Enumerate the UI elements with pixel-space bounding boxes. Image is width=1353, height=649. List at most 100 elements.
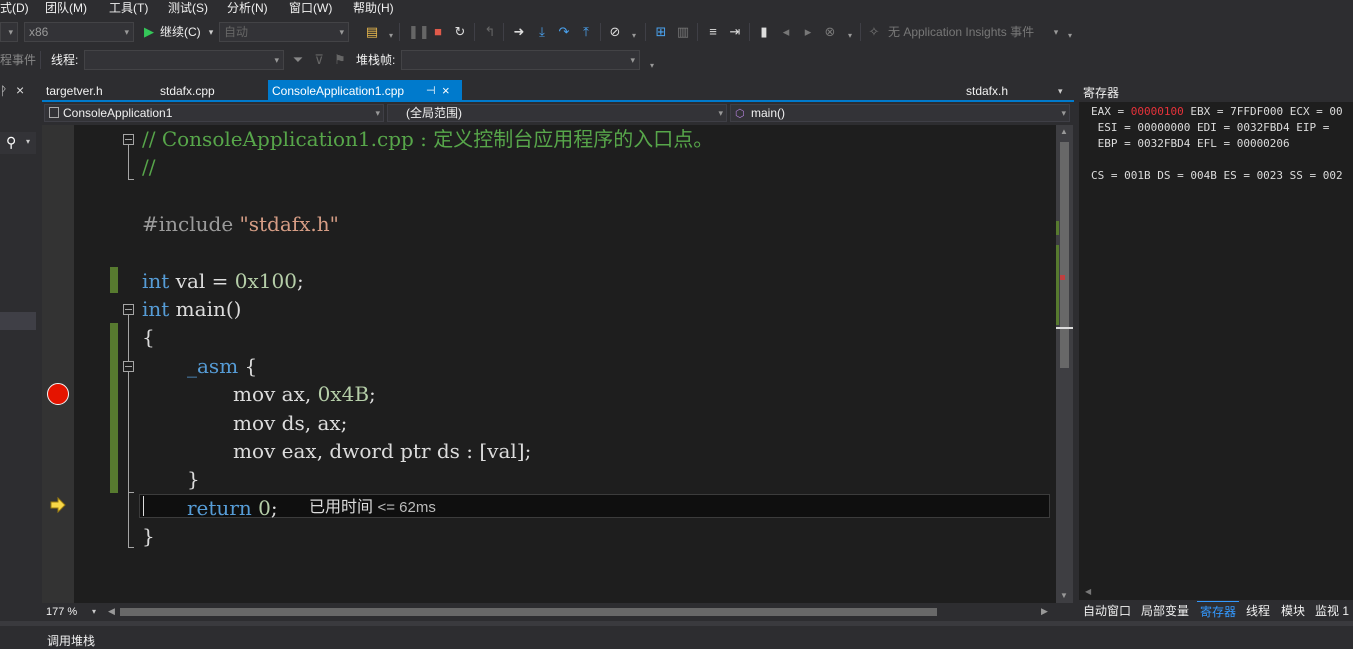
tab-call-stack[interactable]: 调用堆栈 [47,632,95,649]
bookmark-clear-icon[interactable]: ⊗ [822,22,838,42]
overflow-icon[interactable]: ▾ [842,26,858,46]
code-line-close-brace[interactable]: } [142,522,155,550]
code-line-mov-ax[interactable]: mov ax, 0x4B; [233,380,376,408]
code-line-include[interactable]: #include "stdafx.h" [142,210,339,238]
horizontal-scroll-thumb[interactable] [120,608,937,616]
bookmark-icon[interactable]: ▮ [756,22,772,42]
stack-icon[interactable]: ▥ [675,22,691,42]
tab-locals[interactable]: 局部变量 [1141,601,1189,621]
scroll-right-icon[interactable]: ▶ [1041,606,1048,617]
tab-autos[interactable]: 自动窗口 [1083,601,1131,621]
registers-title-bar[interactable]: 寄存器 [1079,80,1353,102]
tab-modules[interactable]: 模块 [1281,601,1305,621]
flag-icon[interactable]: ⚑ [332,50,348,70]
break-all-icon[interactable]: ❚❚ [408,22,430,42]
restart-icon[interactable]: ↻ [452,22,468,42]
keyword: int [142,269,170,293]
thread-icon[interactable]: ⊞ [653,22,669,42]
continue-icon[interactable]: ▶ [141,22,157,42]
stackframe-combo[interactable]: ▾ [401,50,640,70]
step-next-icon[interactable]: ➜ [511,22,527,42]
tab-watch-1[interactable]: 监视 1 [1315,601,1349,621]
process-icon[interactable]: ▤ [364,22,380,42]
tab-stdafx-cpp[interactable]: stdafx.cpp [160,80,215,102]
code-editor[interactable]: // ConsoleApplication1.cpp : 定义控制台应用程序的入… [42,125,1056,603]
tab-targetver[interactable]: targetver.h [46,80,103,102]
menu-test[interactable]: 测试(S) [168,0,208,18]
show-next-statement-icon[interactable]: ↰ [482,22,498,42]
menu-help[interactable]: 帮助(H) [353,0,394,18]
menu-team[interactable]: 团队(M) [45,0,87,18]
scroll-left-icon[interactable]: ◀ [108,606,115,617]
editor-vertical-scrollbar[interactable]: ▲ ▼ [1056,125,1073,603]
perf-tip[interactable]: 已用时间 <= 62ms [309,497,436,519]
bookmark-next-icon[interactable]: ▸ [800,22,816,42]
platform-combo[interactable]: x86 ▾ [24,22,134,42]
registers-horizontal-scrollbar[interactable]: ◀ [1079,586,1353,600]
code-line-main[interactable]: int main() [142,295,241,323]
code-line-1[interactable]: // ConsoleApplication1.cpp : 定义控制台应用程序的入… [142,125,713,153]
step-over-icon[interactable]: ↷ [556,22,572,42]
collapse-icon[interactable] [123,361,134,372]
collapse-icon[interactable] [123,134,134,145]
scroll-thumb[interactable] [1060,142,1069,368]
bookmark-prev-icon[interactable]: ◂ [778,22,794,42]
tab-registers[interactable]: 寄存器 [1197,601,1240,622]
member-combo[interactable]: ⬡ main() ▾ [730,104,1070,122]
continue-button[interactable]: 继续(C) [160,22,201,42]
config-combo[interactable]: 自动 ▾ [219,22,349,42]
code-line-2[interactable]: // [142,153,155,181]
menu-window[interactable]: 窗口(W) [289,0,332,18]
zoom-level[interactable]: 177 % [46,606,77,618]
tab-consoleapplication1-cpp[interactable]: ConsoleApplication1.cpp ⊣ × [268,80,462,102]
scroll-up-icon[interactable]: ▲ [1060,127,1068,136]
code-line-asm-close[interactable]: } [187,465,200,493]
pin-icon[interactable]: ᚹ [0,84,7,98]
tab-list-dropdown-icon[interactable]: ▾ [1058,80,1063,102]
step-into-icon[interactable]: ⤓ [534,22,550,42]
close-tab-icon[interactable]: × [442,80,450,102]
code-line-val[interactable]: int val = 0x100; [142,267,304,295]
collapse-icon[interactable] [123,304,134,315]
menu-debug[interactable]: 式(D) [0,0,29,18]
registers-content[interactable]: EAX = 00000100 EBX = 7FFDF000 ECX = 00 E… [1079,102,1353,586]
indicator-margin[interactable] [42,125,74,603]
code-line-return[interactable]: return 0; [187,494,278,522]
stop-icon[interactable]: ■ [430,22,446,42]
hex-display-icon[interactable]: ⊘ [607,22,623,42]
step-out-icon[interactable]: ⤒ [578,22,594,42]
overflow-icon[interactable]: ▾ [644,56,660,76]
scroll-left-icon[interactable]: ◀ [1085,587,1091,596]
insights-combo[interactable]: 无 Application Insights 事件 [888,22,1034,42]
menu-tools[interactable]: 工具(T) [109,0,148,18]
overflow-icon[interactable]: ▾ [383,26,399,46]
left-selected-row[interactable] [0,312,36,330]
overflow-icon[interactable]: ▾ [1062,26,1078,46]
left-search-box[interactable]: ⚲ ▾ [0,132,36,154]
insights-icon[interactable]: ✧ [866,22,882,42]
filter-clear-icon[interactable]: ⊽ [311,50,327,70]
close-icon[interactable]: × [16,82,24,98]
indent-icon[interactable]: ⇥ [727,22,743,42]
breakpoint-icon[interactable] [47,383,69,405]
scope-combo[interactable]: (全局范围) ▾ [387,104,727,122]
scroll-down-icon[interactable]: ▼ [1060,591,1068,600]
zoom-dropdown-icon[interactable]: ▾ [92,607,96,616]
splitter[interactable] [0,621,1353,626]
project-combo[interactable]: ConsoleApplication1 ▾ [44,104,384,122]
solution-config-combo[interactable]: ▾ [0,22,18,42]
overflow-icon[interactable]: ▾ [626,26,642,46]
continue-dropdown-icon[interactable]: ▾ [203,22,219,42]
filter-icon[interactable]: ⏷ [290,50,306,70]
tab-threads[interactable]: 线程 [1246,601,1270,621]
code-line-asm[interactable]: _asm { [187,352,257,380]
code-line-mov-eax[interactable]: mov eax, dword ptr ds : [val]; [233,437,531,465]
tab-stdafx-h[interactable]: stdafx.h [966,80,1008,102]
code-line-open-brace[interactable]: { [142,323,155,351]
menu-analyze[interactable]: 分析(N) [227,0,268,18]
align-icon[interactable]: ≡ [705,22,721,42]
code-line-mov-ds[interactable]: mov ds, ax; [233,409,347,437]
pin-tab-icon[interactable]: ⊣ [426,80,436,102]
thread-combo[interactable]: ▾ [84,50,284,70]
search-dropdown-icon[interactable]: ▾ [26,137,30,146]
